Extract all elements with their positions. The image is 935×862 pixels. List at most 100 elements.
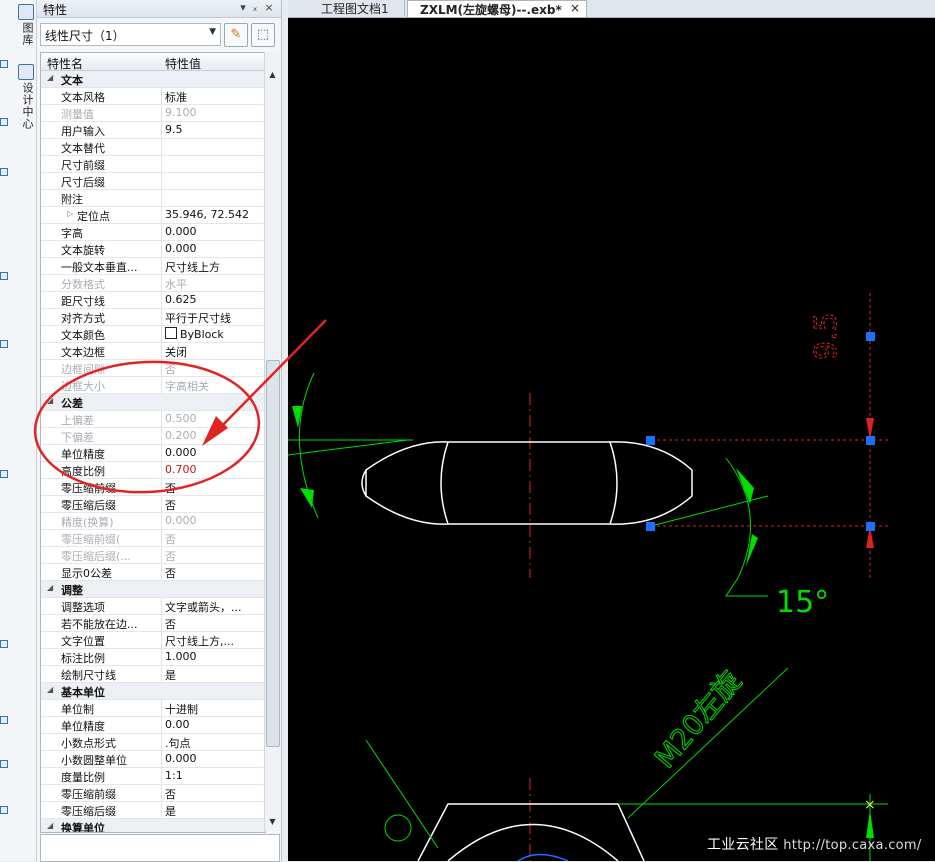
property-row[interactable]: 文本边框 关闭: [41, 343, 265, 360]
tool-icon[interactable]: [0, 340, 8, 348]
property-category[interactable]: ◢ 文本: [41, 71, 265, 88]
property-row[interactable]: ▷ 定位点 35.946, 72.542: [41, 207, 265, 224]
property-row[interactable]: 上偏差 0.500: [41, 411, 265, 428]
property-value[interactable]: 否: [165, 497, 265, 513]
property-row[interactable]: 分数格式 水平: [41, 275, 265, 292]
property-value[interactable]: 0.000: [165, 752, 265, 765]
property-value[interactable]: 十进制: [165, 701, 265, 717]
property-row[interactable]: 单位精度 0.000: [41, 445, 265, 462]
grip-handle[interactable]: [866, 332, 875, 341]
property-row[interactable]: 精度(换算) 0.000: [41, 513, 265, 530]
object-selector[interactable]: 线性尺寸（1） ▼: [40, 23, 221, 46]
grip-handle[interactable]: [646, 522, 655, 531]
property-row[interactable]: 调整选项 文字或箭头，...: [41, 598, 265, 615]
property-row[interactable]: 下偏差 0.200: [41, 428, 265, 445]
property-value[interactable]: 35.946, 72.542: [165, 208, 265, 221]
collapse-icon[interactable]: ◢: [47, 396, 53, 405]
collapse-icon[interactable]: ◢: [47, 685, 53, 694]
property-value[interactable]: 否: [165, 565, 265, 581]
property-row[interactable]: 用户输入 9.5: [41, 122, 265, 139]
property-value[interactable]: 标准: [165, 89, 265, 105]
property-row[interactable]: 边框大小 字高相关: [41, 377, 265, 394]
drawing-canvas[interactable]: 9.5 15° M20左旋 × 工业云社区 http://top.caxa.co…: [288, 18, 935, 861]
scroll-down-icon[interactable]: ▼: [265, 817, 280, 831]
close-tab-icon[interactable]: ×: [570, 1, 580, 15]
design-center-tab[interactable]: 设计中心: [19, 82, 35, 130]
property-value[interactable]: 0.625: [165, 293, 265, 306]
tool-icon[interactable]: [0, 716, 8, 724]
design-center-icon[interactable]: [18, 64, 34, 80]
property-value[interactable]: 尺寸线上方,...: [165, 633, 265, 649]
property-value[interactable]: 0.00: [165, 718, 265, 731]
collapse-icon[interactable]: ◢: [47, 821, 53, 830]
property-row[interactable]: 高度比例 0.700: [41, 462, 265, 479]
grip-handle[interactable]: [646, 436, 655, 445]
property-row[interactable]: 文本旋转 0.000: [41, 241, 265, 258]
property-value[interactable]: 文字或箭头，...: [165, 599, 265, 615]
property-value[interactable]: 平行于尺寸线: [165, 310, 265, 326]
tool-icon[interactable]: [0, 168, 8, 176]
property-value[interactable]: ByBlock: [165, 327, 265, 341]
property-row[interactable]: 文本颜色 ByBlock: [41, 326, 265, 343]
property-category[interactable]: ◢ 公差: [41, 394, 265, 411]
gallery-tab[interactable]: 图库: [19, 22, 35, 46]
property-row[interactable]: 尺寸后缀: [41, 173, 265, 190]
property-row[interactable]: 零压缩前缀 否: [41, 785, 265, 802]
property-value[interactable]: 1.000: [165, 650, 265, 663]
property-row[interactable]: 零压缩后缀 否: [41, 496, 265, 513]
tool-icon[interactable]: [0, 640, 8, 648]
close-icon[interactable]: ×: [263, 1, 275, 14]
tool-icon[interactable]: [0, 118, 8, 126]
grip-handle[interactable]: [866, 522, 875, 531]
property-row[interactable]: 标注比例 1.000: [41, 649, 265, 666]
property-value[interactable]: 是: [165, 803, 265, 819]
property-value[interactable]: 0.000: [165, 242, 265, 255]
pin-icon[interactable]: ₓ: [249, 1, 261, 14]
tool-icon[interactable]: [0, 60, 8, 68]
property-row[interactable]: 附注: [41, 190, 265, 207]
property-category[interactable]: ◢ 换算单位: [41, 819, 265, 832]
property-row[interactable]: 小数圆整单位 0.000: [41, 751, 265, 768]
property-row[interactable]: 小数点形式 .句点: [41, 734, 265, 751]
property-row[interactable]: 绘制尺寸线 是: [41, 666, 265, 683]
property-value[interactable]: 否: [165, 786, 265, 802]
property-row[interactable]: 边框间隙 否: [41, 360, 265, 377]
property-row[interactable]: 若不能放在边... 否: [41, 615, 265, 632]
property-row[interactable]: 文字位置 尺寸线上方,...: [41, 632, 265, 649]
property-row[interactable]: 对齐方式 平行于尺寸线: [41, 309, 265, 326]
property-row[interactable]: 显示0公差 否: [41, 564, 265, 581]
property-row[interactable]: 测量值 9.100: [41, 105, 265, 122]
select-objects-button[interactable]: ⬚: [251, 23, 275, 47]
tab-drawing-doc-1[interactable]: 工程图文档1: [296, 0, 405, 16]
property-value[interactable]: 0.000: [165, 446, 265, 459]
collapse-icon[interactable]: ◢: [47, 73, 53, 82]
property-category[interactable]: ◢ 基本单位: [41, 683, 265, 700]
collapse-icon[interactable]: ◢: [47, 583, 53, 592]
property-value[interactable]: 1:1: [165, 769, 265, 782]
scroll-up-icon[interactable]: ▲: [265, 70, 280, 84]
property-row[interactable]: 距尺寸线 0.625: [41, 292, 265, 309]
property-row[interactable]: 零压缩前缀(否: [41, 530, 265, 547]
tool-icon[interactable]: [0, 806, 8, 814]
property-category[interactable]: ◢ 调整: [41, 581, 265, 598]
grip-handle[interactable]: [866, 436, 875, 445]
property-row[interactable]: 零压缩后缀(... 否: [41, 547, 265, 564]
property-row[interactable]: 零压缩前缀 否: [41, 479, 265, 496]
property-row[interactable]: 单位精度 0.00: [41, 717, 265, 734]
property-value[interactable]: 尺寸线上方: [165, 259, 265, 275]
tool-icon[interactable]: [0, 470, 8, 478]
property-row[interactable]: 单位制 十进制: [41, 700, 265, 717]
gallery-icon[interactable]: [18, 4, 34, 20]
expand-icon[interactable]: ▷: [67, 209, 73, 218]
quick-select-button[interactable]: ✎: [224, 23, 248, 47]
property-value[interactable]: 0.700: [165, 463, 265, 476]
property-row[interactable]: 文本替代: [41, 139, 265, 156]
property-row[interactable]: 一般文本垂直... 尺寸线上方: [41, 258, 265, 275]
tool-icon[interactable]: [0, 760, 8, 768]
property-row[interactable]: 文本风格 标准: [41, 88, 265, 105]
property-value[interactable]: 否: [165, 480, 265, 496]
property-value[interactable]: 0.000: [165, 225, 265, 238]
property-value[interactable]: 是: [165, 667, 265, 683]
property-value[interactable]: .句点: [165, 735, 265, 751]
property-row[interactable]: 零压缩后缀 是: [41, 802, 265, 819]
